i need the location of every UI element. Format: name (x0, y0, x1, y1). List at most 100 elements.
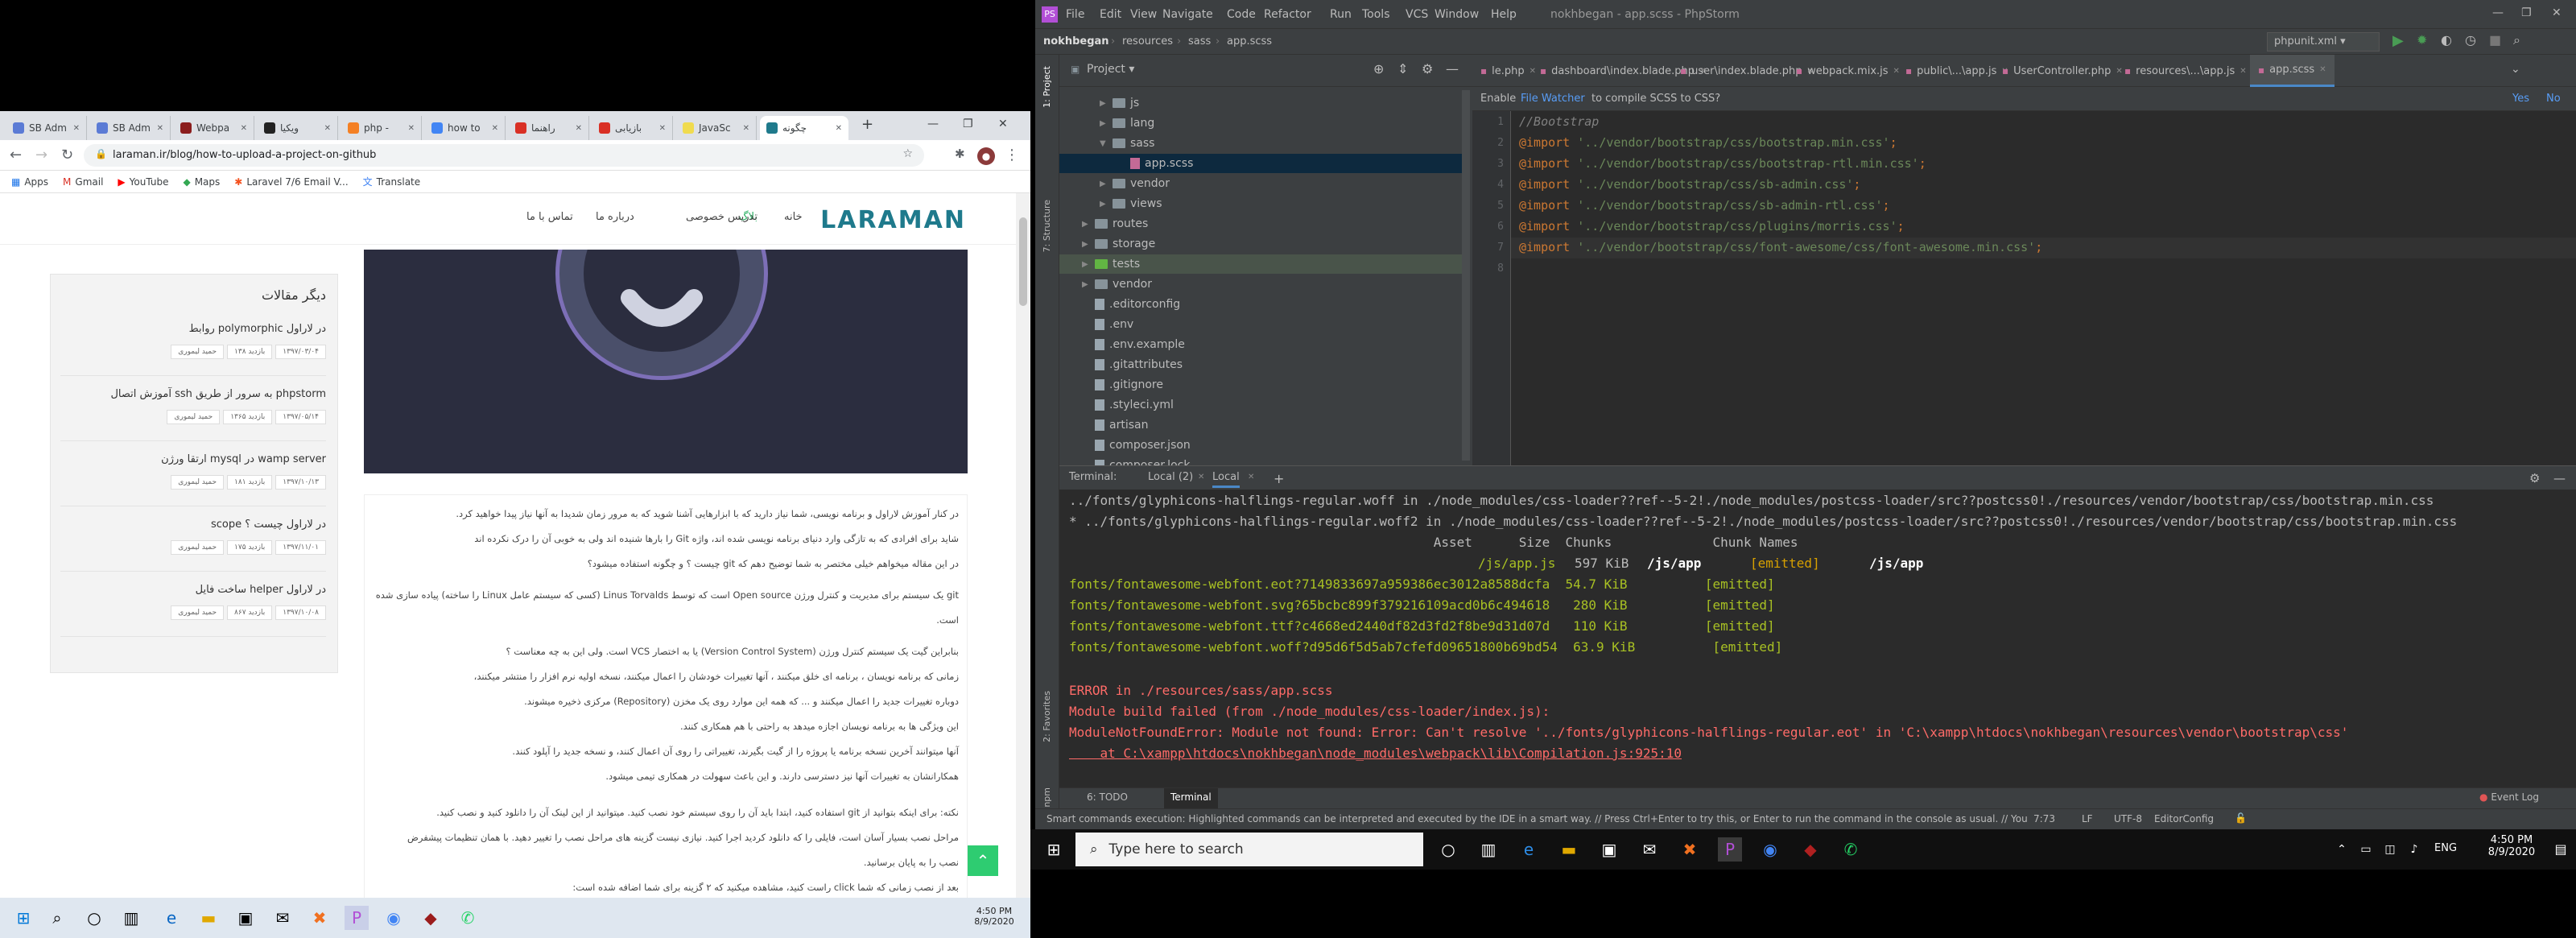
site-nav-item[interactable]: خانه (784, 211, 803, 223)
sidebar-article-title[interactable]: scope در لاراول چیست ؟ (60, 519, 326, 531)
run-icon[interactable]: ▶ (2392, 32, 2404, 49)
new-tab-button[interactable]: + (861, 116, 873, 133)
browser-tab[interactable]: بازیابی ✕ (592, 116, 673, 140)
terminal-tab[interactable]: Local (1212, 471, 1240, 488)
favorites-tool-tab[interactable]: 2: Favorites (1042, 691, 1052, 742)
tab-close-icon[interactable]: ✕ (1198, 473, 1204, 481)
browser-tab[interactable]: چگونه ✕ (760, 116, 848, 140)
minimize-icon[interactable]: — (2492, 6, 2504, 19)
tab-close-icon[interactable]: ✕ (1248, 473, 1254, 481)
menu-code[interactable]: Code (1227, 8, 1256, 21)
chevron-right-icon[interactable]: ▶ (1100, 99, 1108, 108)
browser-tab[interactable]: JavaSc ✕ (676, 116, 757, 140)
tree-item[interactable]: ▶ storage (1059, 234, 1462, 254)
menu-vcs[interactable]: VCS (1406, 8, 1428, 21)
xampp-icon[interactable]: ✖ (308, 906, 332, 930)
sidebar-article-title[interactable]: ساخت فایل helper در لاراول (60, 584, 326, 596)
extensions-icon[interactable]: ✱ (955, 147, 965, 161)
page-scrollbar[interactable] (1016, 193, 1030, 898)
breadcrumb-item[interactable]: resources (1122, 35, 1173, 48)
edge-icon[interactable]: e (159, 906, 184, 930)
tree-item[interactable]: composer.json (1059, 436, 1462, 455)
site-logo[interactable]: LARAMAN (820, 206, 966, 234)
chevron-right-icon[interactable]: ▶ (1082, 240, 1090, 249)
file-explorer-icon[interactable]: ▬ (196, 906, 221, 930)
chevron-right-icon[interactable]: ▶ (1100, 180, 1108, 188)
coverage-icon[interactable]: ◐ (2441, 32, 2452, 48)
browser-tab[interactable]: ویکیا ✕ (258, 116, 338, 140)
lock-icon[interactable]: 🔓 (2235, 812, 2247, 824)
xampp-icon[interactable]: ✖ (1678, 837, 1702, 862)
event-log-tab[interactable]: ● Event Log (2479, 791, 2539, 803)
site-nav-item[interactable]: تماس با ما (526, 211, 573, 223)
line-separator[interactable]: LF (2082, 813, 2093, 824)
close-icon[interactable]: ✕ (2552, 6, 2562, 19)
search-icon[interactable]: ⌕ (45, 906, 69, 930)
tab-close-icon[interactable]: ✕ (743, 124, 749, 133)
bookmark-item[interactable]: ◆ Maps (183, 176, 220, 188)
tree-item[interactable]: .gitattributes (1059, 355, 1462, 374)
browser-tab[interactable]: SB Adm ✕ (6, 116, 87, 140)
stop-icon[interactable]: ■ (2489, 32, 2501, 48)
file-explorer-icon[interactable]: ▬ (1557, 837, 1581, 862)
cortana-icon[interactable]: ○ (1436, 837, 1460, 862)
tab-close-icon[interactable]: ✕ (2240, 67, 2246, 76)
sidebar-article-title[interactable]: روابط polymorphic در لاراول (60, 323, 326, 335)
tree-item[interactable]: ▶ js (1059, 93, 1462, 113)
npm-tool-tab[interactable]: npm (1042, 787, 1052, 808)
debug-icon[interactable]: ✹ (2417, 32, 2427, 48)
tab-close-icon[interactable]: ✕ (836, 124, 842, 133)
chevron-right-icon[interactable]: ▶ (1082, 220, 1090, 229)
app-icon[interactable]: ◆ (419, 906, 443, 930)
tab-close-icon[interactable]: ✕ (408, 124, 415, 133)
tab-close-icon[interactable]: ✕ (576, 124, 582, 133)
chevron-right-icon[interactable]: ▶ (1100, 119, 1108, 128)
network-icon[interactable]: ◫ (2378, 837, 2402, 862)
terminal-output[interactable]: ../fonts/glyphicons-halflings-regular.wo… (1059, 490, 2576, 773)
tab-close-icon[interactable]: ✕ (659, 124, 666, 133)
language-indicator[interactable]: ENG (2434, 842, 2457, 854)
tree-item[interactable]: .gitignore (1059, 375, 1462, 395)
editor-tab[interactable]: ▪ app.scss ✕ (2250, 55, 2334, 87)
browser-tab[interactable]: Webpa ✕ (174, 116, 254, 140)
gear-icon[interactable]: ⚙ (1422, 61, 1433, 76)
whatsapp-icon[interactable]: ✆ (1839, 837, 1863, 862)
star-icon[interactable]: ☆ (902, 147, 913, 160)
scroll-top-button[interactable]: ⌃ (968, 845, 998, 876)
chrome-menu-icon[interactable]: ⋮ (1005, 147, 1019, 163)
chrome-icon[interactable]: ◉ (382, 906, 406, 930)
file-watcher-link[interactable]: File Watcher (1521, 93, 1585, 105)
tree-item[interactable]: ▶ views (1059, 194, 1462, 213)
site-nav-item[interactable]: تدریس خصوصی (686, 211, 758, 223)
chevron-right-icon[interactable]: ▶ (1082, 260, 1090, 269)
locate-icon[interactable]: ⊕ (1373, 61, 1384, 76)
tree-item[interactable]: ▼ sass (1059, 134, 1462, 153)
sidebar-article-title[interactable]: ارتقا ورژن mysql در wamp server (60, 453, 326, 465)
phpstorm-icon[interactable]: P (345, 906, 369, 930)
avatar[interactable]: ● (977, 147, 995, 165)
chevron-right-icon[interactable]: ▶ (1082, 280, 1090, 289)
tree-item[interactable]: ▶ routes (1059, 214, 1462, 233)
editor-tab[interactable]: ▪ resources\...\app.js ✕ (2116, 55, 2255, 87)
todo-tool-tab[interactable]: 6: TODO (1087, 791, 1128, 803)
menu-help[interactable]: Help (1491, 8, 1517, 21)
app-icon[interactable]: ◆ (1798, 837, 1823, 862)
maximize-icon[interactable]: ❐ (963, 118, 973, 130)
menu-window[interactable]: Window (1435, 8, 1479, 21)
new-terminal-icon[interactable]: + (1274, 471, 1284, 486)
close-icon[interactable]: ✕ (998, 118, 1008, 130)
browser-tab[interactable]: راهنما ✕ (509, 116, 589, 140)
project-tool-tab[interactable]: 1: Project (1042, 66, 1052, 108)
phpstorm-icon[interactable]: P (1718, 837, 1742, 862)
forward-icon[interactable]: → (35, 147, 47, 163)
project-view-select[interactable]: Project ▾ (1087, 63, 1134, 76)
mail-icon[interactable]: ✉ (1637, 837, 1662, 862)
gear-icon[interactable]: ⚙ (2529, 471, 2540, 486)
hide-icon[interactable]: — (2553, 471, 2566, 486)
sidebar-article-title[interactable]: آموزش اتصال ssh به سرور از طریق phpstorm (60, 388, 326, 400)
tree-item[interactable]: .editorconfig (1059, 295, 1462, 314)
tab-close-icon[interactable]: ✕ (157, 124, 163, 133)
structure-tool-tab[interactable]: 7: Structure (1042, 200, 1052, 252)
chevron-right-icon[interactable]: ▶ (1100, 200, 1108, 209)
whatsapp-icon[interactable]: ✆ (456, 906, 480, 930)
